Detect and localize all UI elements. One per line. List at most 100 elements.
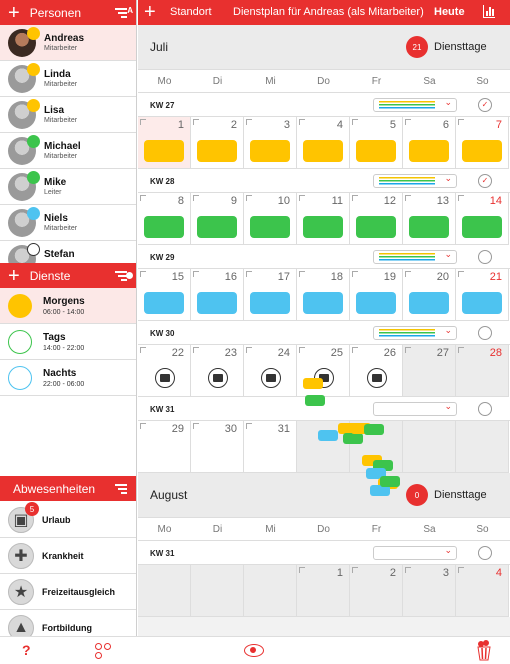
week-pattern-select[interactable]: ⌄ (373, 173, 457, 188)
absence-item[interactable]: ★ Freizeitausgleich (0, 574, 136, 610)
week-check-toggle[interactable] (478, 546, 492, 560)
week-pattern-select[interactable]: ⌄ (373, 545, 457, 560)
sort-menu-icon[interactable] (115, 8, 127, 18)
dragged-shift-chip[interactable] (303, 378, 323, 389)
day-cell[interactable]: 22 (138, 345, 191, 397)
day-cell[interactable]: 1 (297, 565, 350, 617)
sort-menu-icon[interactable] (115, 484, 127, 494)
person-item[interactable]: Michael Mitarbeiter (0, 133, 136, 169)
shift-pill[interactable] (250, 216, 290, 238)
day-cell[interactable]: 6 (403, 117, 456, 169)
shift-pill[interactable] (356, 140, 396, 162)
add-plus-icon[interactable]: + (8, 3, 20, 23)
week-check-toggle[interactable] (478, 326, 492, 340)
shift-pill[interactable] (197, 292, 237, 314)
day-cell[interactable]: 10 (244, 193, 297, 245)
day-cell[interactable]: 2 (350, 565, 403, 617)
dragged-shift-chip[interactable] (318, 430, 338, 441)
person-item[interactable]: Linda Mitarbeiter (0, 61, 136, 97)
shift-pill[interactable] (303, 216, 343, 238)
today-button[interactable]: Heute (434, 6, 465, 18)
view-eye-icon[interactable] (244, 644, 264, 657)
dragged-shift-chip[interactable] (364, 424, 384, 435)
absence-item[interactable]: ▲ Fortbildung (0, 610, 136, 636)
day-cell[interactable] (191, 565, 244, 617)
toggle-dot-icon[interactable] (126, 272, 133, 279)
help-icon[interactable]: ? (22, 642, 31, 658)
shift-pill[interactable] (409, 140, 449, 162)
person-item[interactable]: Mike Leiter (0, 169, 136, 205)
day-cell[interactable]: 29 (138, 421, 191, 473)
day-cell[interactable] (456, 421, 509, 473)
day-cell[interactable]: 14 (456, 193, 509, 245)
add-plus-icon[interactable]: + (144, 1, 156, 24)
shift-item[interactable]: Morgens 06:00 - 14:00 (0, 288, 136, 324)
dragged-shift-chip[interactable] (305, 395, 325, 406)
day-cell[interactable]: 18 (297, 269, 350, 321)
day-cell[interactable]: 24 (244, 345, 297, 397)
day-cell[interactable]: 2 (191, 117, 244, 169)
week-pattern-select[interactable]: ⌄ (373, 401, 457, 416)
shift-pill[interactable] (144, 216, 184, 238)
popcorn-icon[interactable] (476, 639, 492, 661)
day-cell[interactable] (403, 421, 456, 473)
shift-item[interactable]: Tags 14:00 - 22:00 (0, 324, 136, 360)
dragged-shift-chip[interactable] (343, 433, 363, 444)
week-check-toggle[interactable] (478, 250, 492, 264)
day-cell[interactable]: 11 (297, 193, 350, 245)
shift-pill[interactable] (144, 140, 184, 162)
day-cell[interactable] (138, 565, 191, 617)
shift-pill[interactable] (409, 216, 449, 238)
day-cell[interactable]: 1 (138, 117, 191, 169)
person-item[interactable]: Niels Mitarbeiter (0, 205, 136, 241)
day-cell[interactable] (244, 565, 297, 617)
day-cell[interactable]: 31 (244, 421, 297, 473)
day-cell[interactable]: 5 (350, 117, 403, 169)
location-button[interactable]: Standort (170, 6, 212, 18)
week-check-toggle[interactable]: ✓ (478, 174, 492, 188)
week-pattern-select[interactable]: ⌄ (373, 249, 457, 264)
shift-pill[interactable] (462, 140, 502, 162)
shift-pill[interactable] (144, 292, 184, 314)
day-cell[interactable]: 4 (456, 565, 509, 617)
day-cell[interactable]: 19 (350, 269, 403, 321)
shift-pill[interactable] (356, 216, 396, 238)
day-cell[interactable]: 9 (191, 193, 244, 245)
day-cell[interactable]: 28 (456, 345, 509, 397)
statistics-icon[interactable] (483, 5, 495, 18)
add-plus-icon[interactable]: + (8, 266, 20, 286)
day-cell[interactable]: 16 (191, 269, 244, 321)
shift-pill[interactable] (250, 140, 290, 162)
add-group-icon[interactable] (95, 643, 113, 661)
day-cell[interactable]: 12 (350, 193, 403, 245)
shift-pill[interactable] (462, 292, 502, 314)
day-cell[interactable]: 26 (350, 345, 403, 397)
day-cell[interactable]: 30 (191, 421, 244, 473)
day-cell[interactable]: 20 (403, 269, 456, 321)
person-item[interactable]: Andreas Mitarbeiter (0, 25, 136, 61)
shift-pill[interactable] (303, 140, 343, 162)
shift-pill[interactable] (409, 292, 449, 314)
day-cell[interactable]: 4 (297, 117, 350, 169)
shift-pill[interactable] (250, 292, 290, 314)
day-cell[interactable]: 13 (403, 193, 456, 245)
week-check-toggle[interactable] (478, 402, 492, 416)
day-cell[interactable]: 23 (191, 345, 244, 397)
shift-pill[interactable] (462, 216, 502, 238)
day-cell[interactable]: 3 (403, 565, 456, 617)
shift-pill[interactable] (303, 292, 343, 314)
shift-pill[interactable] (356, 292, 396, 314)
absence-item[interactable]: ▣ 5 Urlaub (0, 502, 136, 538)
day-cell[interactable]: 25 (297, 345, 350, 397)
day-cell[interactable]: 17 (244, 269, 297, 321)
absence-item[interactable]: ✚ Krankheit (0, 538, 136, 574)
day-cell[interactable]: 3 (244, 117, 297, 169)
week-pattern-select[interactable]: ⌄ (373, 325, 457, 340)
dragged-shift-chip[interactable] (380, 476, 400, 487)
day-cell[interactable]: 7 (456, 117, 509, 169)
day-cell[interactable]: 15 (138, 269, 191, 321)
shift-pill[interactable] (197, 216, 237, 238)
person-item[interactable]: Lisa Mitarbeiter (0, 97, 136, 133)
day-cell[interactable]: 8 (138, 193, 191, 245)
shift-pill[interactable] (197, 140, 237, 162)
